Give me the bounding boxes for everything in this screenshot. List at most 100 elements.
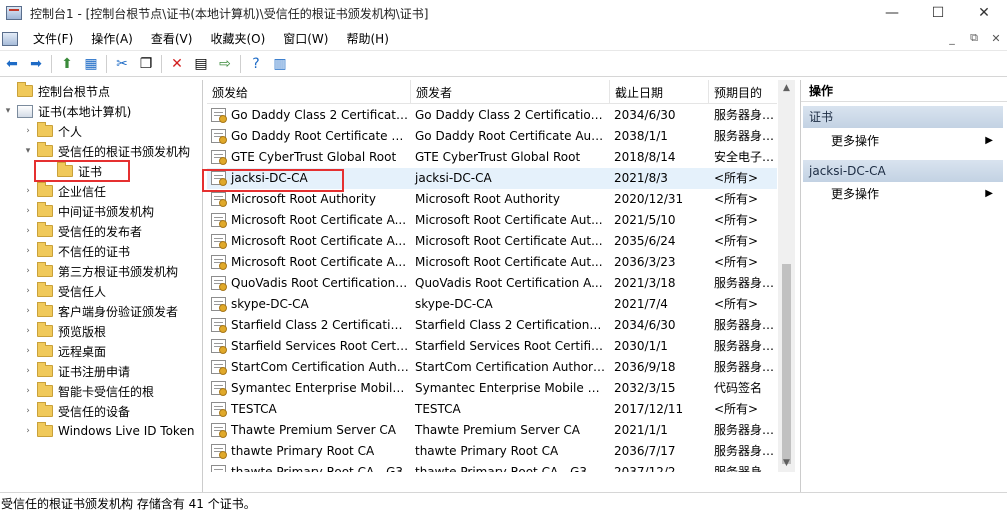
minimize-button[interactable]: — [869, 0, 915, 26]
expand-arrow-icon[interactable]: › [22, 126, 34, 136]
expand-arrow-icon[interactable]: › [22, 266, 34, 276]
expand-arrow-icon[interactable]: › [22, 206, 34, 216]
expand-arrow-icon[interactable]: › [22, 406, 34, 416]
expand-arrow-icon[interactable]: › [22, 346, 34, 356]
cell-expiration-date: 2020/12/31 [614, 192, 684, 206]
column-issued-to[interactable]: 颁发给 [207, 80, 411, 104]
table-row[interactable]: skype-DC-CA skype-DC-CA 2021/7/4 <所有> [207, 294, 777, 315]
tree-node[interactable]: › 受信任的发布者 [22, 221, 142, 241]
more-actions-selected-cert[interactable]: 更多操作 ▶ [831, 184, 1001, 204]
cell-issued-to: Microsoft Root Authority [231, 192, 376, 206]
cell-expiration-date: 2035/6/24 [614, 234, 676, 248]
forward-arrow-icon[interactable]: ➡ [25, 53, 47, 75]
tree-node[interactable]: › Windows Live ID Token [22, 421, 194, 441]
scrollbar-thumb[interactable] [782, 264, 791, 464]
scroll-up-icon[interactable]: ▲ [778, 80, 795, 97]
actions-pane: 操作 证书 更多操作 ▶ jacksi-DC-CA 更多操作 ▶ [800, 80, 1007, 492]
table-row[interactable]: Starfield Class 2 Certification... Starfi… [207, 315, 778, 336]
cell-issued-by: skype-DC-CA [415, 297, 493, 311]
properties-icon[interactable]: ▤ [190, 53, 212, 75]
close-button[interactable]: ✕ [961, 0, 1007, 26]
column-intended-purposes[interactable]: 预期目的 [709, 80, 777, 104]
vertical-scrollbar[interactable]: ▲ ▼ [778, 80, 795, 472]
document-icon[interactable] [2, 31, 18, 46]
menu-help[interactable]: 帮助(H) [337, 27, 397, 51]
table-row[interactable]: Microsoft Root Certificate A... Microsoft… [207, 210, 777, 231]
export-list-icon[interactable]: ⇨ [214, 53, 236, 75]
table-row[interactable]: Thawte Premium Server CA Thawte Premium S… [207, 420, 778, 441]
tree-node[interactable]: › 受信任人 [22, 281, 106, 301]
back-arrow-icon[interactable]: ⬅ [1, 53, 23, 75]
tree-node-label: 受信任的设备 [58, 404, 131, 419]
table-row[interactable]: Microsoft Root Certificate A... Microsoft… [207, 231, 777, 252]
menu-view[interactable]: 查看(V) [142, 27, 202, 51]
help-icon[interactable]: ? [245, 53, 267, 75]
table-row[interactable]: thawte Primary Root CA thawte Primary Roo… [207, 441, 778, 462]
expand-arrow-icon[interactable]: › [22, 246, 34, 256]
tree-node[interactable]: › 企业信任 [22, 181, 106, 201]
table-row[interactable]: TESTCA TESTCA 2017/12/11 <所有> [207, 399, 777, 420]
folder-icon [37, 422, 53, 437]
cut-icon[interactable]: ✂ [111, 53, 133, 75]
collapse-arrow-icon[interactable]: ▾ [22, 146, 34, 156]
cell-expiration-date: 2038/1/1 [614, 129, 668, 143]
expand-arrow-icon[interactable]: › [22, 326, 34, 336]
tree-node[interactable]: › 证书注册申请 [22, 361, 130, 381]
tree-node[interactable]: › 受信任的设备 [22, 401, 130, 421]
table-row[interactable]: QuoVadis Root Certification ... QuoVadis … [207, 273, 778, 294]
tree-node[interactable]: › 预览版根 [22, 321, 106, 341]
folder-icon [37, 302, 53, 317]
tree-node[interactable]: 控制台根节点 [2, 81, 110, 101]
table-row[interactable]: Go Daddy Class 2 Certificati... Go Daddy … [207, 105, 778, 126]
actions-section-selected-cert[interactable]: jacksi-DC-CA [803, 160, 1003, 182]
collapse-arrow-icon[interactable]: ▾ [2, 106, 14, 116]
expand-arrow-icon[interactable]: › [22, 186, 34, 196]
actions-section-certificates[interactable]: 证书 [803, 106, 1003, 128]
up-folder-icon[interactable]: ⬆ [56, 53, 78, 75]
copy-icon[interactable]: ❐ [135, 53, 157, 75]
table-row[interactable]: Starfield Services Root Certif... Starfie… [207, 336, 778, 357]
scroll-down-icon[interactable]: ▼ [778, 455, 795, 472]
cell-issued-to: Microsoft Root Certificate A... [231, 255, 407, 269]
expand-arrow-icon[interactable]: › [22, 286, 34, 296]
tree-node[interactable]: › 客户端身份验证颁发者 [22, 301, 178, 321]
table-row[interactable]: StartCom Certification Autho... StartCom … [207, 357, 778, 378]
mdi-restore-button[interactable]: ⧉ [963, 27, 985, 49]
tree-node[interactable]: › 第三方根证书颁发机构 [22, 261, 178, 281]
tree-node[interactable]: ▾ 受信任的根证书颁发机构 [22, 141, 190, 161]
tree-node[interactable]: › 智能卡受信任的根 [22, 381, 154, 401]
cell-expiration-date: 2021/3/18 [614, 276, 676, 290]
table-row[interactable]: GTE CyberTrust Global Root GTE CyberTrust… [207, 147, 778, 168]
menu-file[interactable]: 文件(F) [24, 27, 82, 51]
certificate-icon [211, 297, 227, 312]
menu-action[interactable]: 操作(A) [82, 27, 142, 51]
tree-node[interactable]: ▾ 证书(本地计算机) [2, 101, 131, 121]
expand-arrow-icon[interactable]: › [22, 226, 34, 236]
table-row[interactable]: Microsoft Root Authority Microsoft Root A… [207, 189, 777, 210]
show-action-pane-icon[interactable]: ▥ [269, 53, 291, 75]
table-row[interactable]: Go Daddy Root Certificate A... Go Daddy R… [207, 126, 778, 147]
more-actions-certificates[interactable]: 更多操作 ▶ [831, 131, 1001, 151]
expand-arrow-icon[interactable]: › [22, 426, 34, 436]
tree-node[interactable]: › 不信任的证书 [22, 241, 130, 261]
expand-arrow-icon[interactable]: › [22, 306, 34, 316]
maximize-button[interactable]: ☐ [915, 0, 961, 26]
table-row[interactable]: Symantec Enterprise Mobile ... Symantec E… [207, 378, 777, 399]
menu-window[interactable]: 窗口(W) [274, 27, 337, 51]
menu-favorites[interactable]: 收藏夹(O) [201, 27, 274, 51]
tree-node[interactable]: › 远程桌面 [22, 341, 106, 361]
expand-arrow-icon[interactable]: › [22, 386, 34, 396]
cell-issued-by: TESTCA [415, 402, 461, 416]
mdi-minimize-button[interactable]: _ [941, 27, 963, 49]
show-hide-tree-icon[interactable]: ▦ [80, 53, 102, 75]
mdi-close-button[interactable]: ✕ [985, 27, 1007, 49]
tree-node[interactable]: › 个人 [22, 121, 82, 141]
expand-arrow-icon[interactable]: › [22, 366, 34, 376]
certificate-icon [211, 108, 227, 123]
table-row[interactable]: Microsoft Root Certificate A... Microsoft… [207, 252, 777, 273]
tree-node[interactable]: › 中间证书颁发机构 [22, 201, 154, 221]
column-issued-by[interactable]: 颁发者 [411, 80, 610, 104]
delete-icon[interactable]: ✕ [166, 53, 188, 75]
column-expiration-date[interactable]: 截止日期 [610, 80, 709, 104]
row-highlight-box [202, 169, 344, 192]
